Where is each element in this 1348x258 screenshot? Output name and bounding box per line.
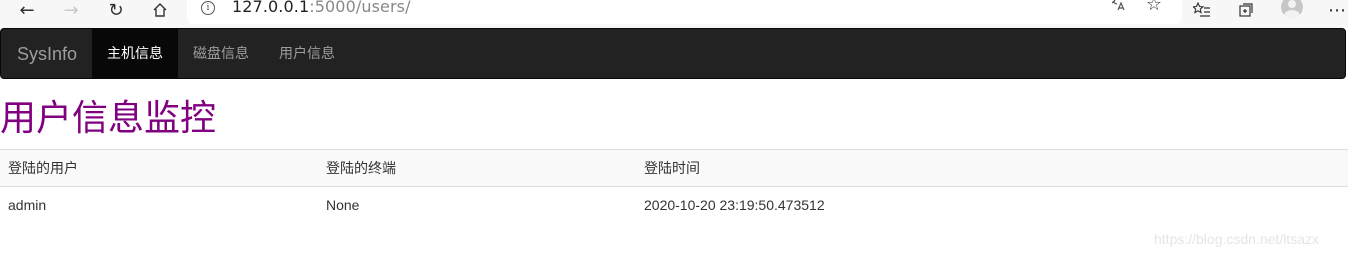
nav-item-host-info[interactable]: 主机信息 bbox=[92, 29, 178, 79]
column-header-user: 登陆的用户 bbox=[0, 149, 318, 187]
column-header-terminal: 登陆的终端 bbox=[318, 149, 636, 187]
users-table: 登陆的用户 登陆的终端 登陆时间 admin None 2020-10-20 2… bbox=[0, 149, 1348, 224]
home-icon[interactable] bbox=[146, 0, 174, 20]
profile-avatar[interactable] bbox=[1281, 0, 1303, 18]
forward-arrow-icon[interactable]: → bbox=[57, 0, 85, 21]
watermark: https://blog.csdn.net/ltsazx bbox=[1154, 231, 1319, 247]
nav-item-user-info[interactable]: 用户信息 bbox=[264, 29, 350, 79]
url-text[interactable]: 127.0.0.1:5000/users/ bbox=[232, 0, 411, 16]
browser-toolbar: ← → ↻ i 127.0.0.1:5000/users/ ☆ ⋯ bbox=[0, 0, 1348, 28]
favorite-star-icon[interactable]: ☆ bbox=[1140, 0, 1168, 15]
translate-icon[interactable] bbox=[1103, 0, 1131, 14]
nav-item-disk-info[interactable]: 磁盘信息 bbox=[178, 29, 264, 79]
more-menu-icon[interactable]: ⋯ bbox=[1323, 0, 1348, 21]
address-bar[interactable]: i 127.0.0.1:5000/users/ ☆ bbox=[187, 0, 1182, 24]
cell-terminal: None bbox=[326, 197, 360, 214]
back-arrow-icon[interactable]: ← bbox=[13, 0, 41, 21]
navbar-brand[interactable]: SysInfo bbox=[17, 29, 77, 79]
table-row: admin None 2020-10-20 23:19:50.473512 bbox=[0, 187, 1348, 224]
favorites-list-icon[interactable] bbox=[1188, 0, 1216, 20]
navbar: SysInfo 主机信息 磁盘信息 用户信息 bbox=[0, 28, 1346, 79]
reload-icon[interactable]: ↻ bbox=[102, 0, 130, 21]
collections-icon[interactable] bbox=[1232, 0, 1260, 20]
info-icon[interactable]: i bbox=[201, 1, 215, 15]
cell-user: admin bbox=[8, 197, 47, 214]
column-header-login-time: 登陆时间 bbox=[636, 149, 1348, 187]
page-title: 用户信息监控 bbox=[0, 98, 217, 139]
cell-login-time: 2020-10-20 23:19:50.473512 bbox=[644, 197, 825, 214]
table-header-row: 登陆的用户 登陆的终端 登陆时间 bbox=[0, 149, 1348, 187]
